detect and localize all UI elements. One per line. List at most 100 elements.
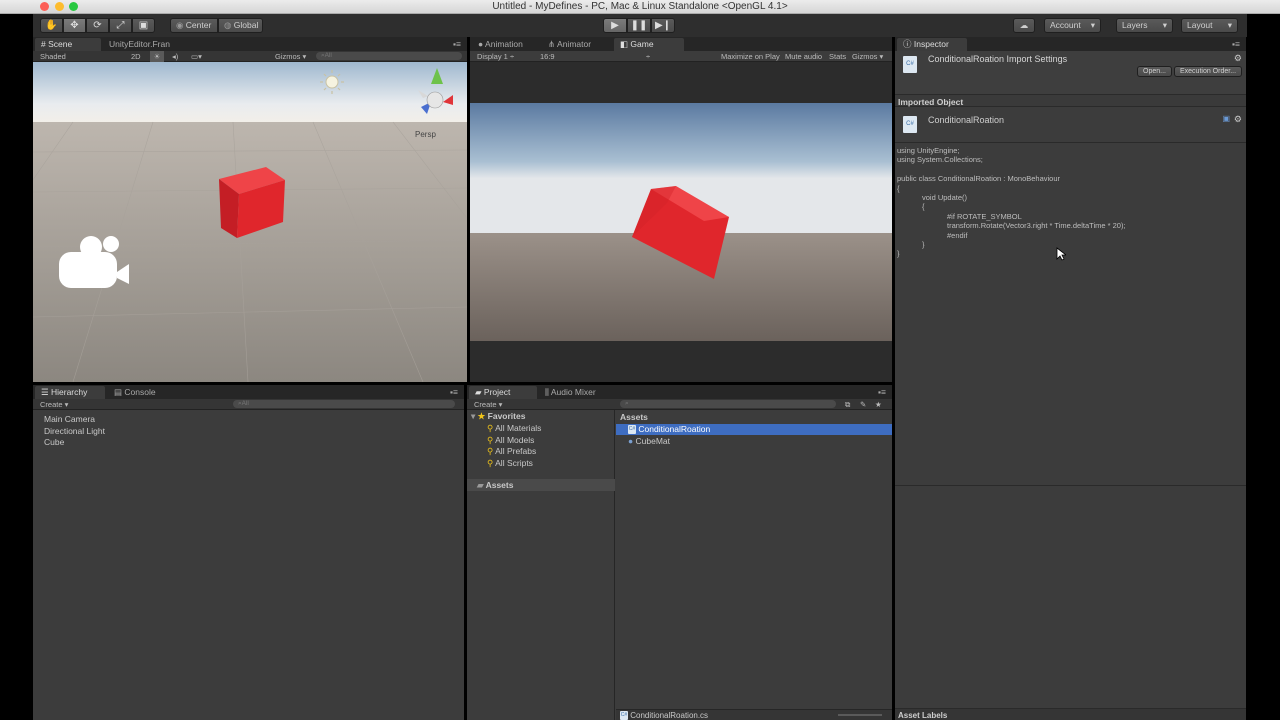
help-book-icon[interactable]: ▣ <box>1222 114 1230 123</box>
gamepad-icon: ◧ <box>620 39 629 49</box>
main-toolbar: ✋ ✥ ⟳ ⤢ ▣ ◉ Center ◍ Global ▶ ❚❚ ▶❙ ☁ Ac… <box>33 14 1247 37</box>
scene-search-input[interactable]: ⌕All <box>316 52 462 60</box>
settings-gear-icon[interactable]: ⚙ <box>1234 53 1242 64</box>
favorite-label: All Prefabs <box>495 446 537 456</box>
favorite-star-icon[interactable]: ★ <box>875 399 882 410</box>
list-icon: ☰ <box>41 387 49 397</box>
assets-breadcrumb[interactable]: Assets <box>620 412 648 422</box>
gizmos-dropdown[interactable]: Gizmos ▾ <box>275 51 306 62</box>
asset-item-cubemat[interactable]: ● CubeMat <box>628 436 670 446</box>
hierarchy-search-input[interactable]: ⌕All <box>233 400 455 408</box>
game-viewport[interactable] <box>470 103 892 341</box>
console-icon: ▤ <box>114 387 123 397</box>
rect-tool-button[interactable]: ▣ <box>132 18 155 33</box>
aspect-dropdown-arrow[interactable]: ÷ <box>646 51 650 62</box>
persp-label[interactable]: Persp <box>415 130 436 139</box>
aspect-dropdown[interactable]: 16:9 <box>540 51 555 62</box>
mute-audio-toggle[interactable]: Mute audio <box>785 51 822 62</box>
tab-animation[interactable]: ● Animation <box>472 38 529 51</box>
scene-search-placeholder: All <box>324 52 332 59</box>
asset-item-conditionalroation[interactable]: C# ConditionalRoation <box>616 424 892 435</box>
rotate-tool-button[interactable]: ⟳ <box>86 18 109 33</box>
search-icon: ⚲ <box>487 458 494 468</box>
hierarchy-item-main-camera[interactable]: Main Camera <box>44 414 95 424</box>
pivot-space-toggle[interactable]: ◍ Global <box>218 18 263 33</box>
cloud-button[interactable]: ☁ <box>1013 18 1035 33</box>
filter-by-label-icon[interactable]: ✎ <box>860 399 866 410</box>
account-dropdown[interactable]: Account ▾ <box>1044 18 1101 33</box>
asset-labels-bar: Asset Labels <box>895 708 1246 720</box>
scale-tool-button[interactable]: ⤢ <box>109 18 132 33</box>
tab-animator[interactable]: ⋔ Animator <box>542 38 597 51</box>
audio-toggle[interactable]: ◂) <box>172 51 178 62</box>
pause-button[interactable]: ❚❚ <box>627 18 651 33</box>
tab-game[interactable]: ◧ Game <box>614 38 684 51</box>
hierarchy-item-cube[interactable]: Cube <box>44 437 64 447</box>
scene-viewport[interactable]: Persp <box>33 62 467 382</box>
imported-object-header: Imported Object <box>895 95 1246 107</box>
assets-folder-node[interactable]: ▰ Assets <box>467 479 615 491</box>
inspector-tabbar: ⓘ Inspector ▪≡ <box>895 37 1246 51</box>
code-line: transform.Rotate(Vector3.right * Time.de… <box>897 221 1126 231</box>
imported-object-name: ConditionalRoation <box>928 115 1005 125</box>
shading-mode-dropdown[interactable]: Shaded <box>40 51 66 62</box>
sun-icon: ☀ <box>153 52 161 61</box>
game-panel: ● Animation ⋔ Animator ◧ Game Display 1 … <box>470 37 892 382</box>
layout-dropdown[interactable]: Layout ▾ <box>1181 18 1238 33</box>
effects-toggle[interactable]: ▭▾ <box>191 51 202 62</box>
hierarchy-menu-button[interactable]: ▪≡ <box>444 386 464 399</box>
hierarchy-create-dropdown[interactable]: Create ▾ <box>40 399 68 410</box>
game-gizmos-dropdown[interactable]: Gizmos ▾ <box>852 51 883 62</box>
play-icon: ▶ <box>611 20 619 31</box>
favorite-all-scripts[interactable]: ⚲ All Scripts <box>487 458 533 469</box>
tab-console[interactable]: ▤ Console <box>108 386 162 399</box>
favorites-node[interactable]: ▾ ★ Favorites <box>471 411 525 422</box>
tab-hierarchy[interactable]: ☰ Hierarchy <box>35 386 105 399</box>
project-panel: ▰ Project ⫼ Audio Mixer ▪≡ Create ▾ ⌕ ⧉ … <box>467 385 892 720</box>
animator-icon: ⋔ <box>548 39 556 49</box>
tab-audio-mixer[interactable]: ⫼ Audio Mixer <box>539 386 602 399</box>
filter-by-type-icon[interactable]: ⧉ <box>845 399 850 410</box>
execution-order-button[interactable]: Execution Order... <box>1174 66 1243 77</box>
tab-inspector[interactable]: ⓘ Inspector <box>897 38 967 51</box>
open-button[interactable]: Open... <box>1137 66 1172 77</box>
tab-unityeditor-frame[interactable]: UnityEditor.Fran <box>103 38 176 51</box>
tab-scene[interactable]: # Scene <box>35 38 101 51</box>
hierarchy-panel: ☰ Hierarchy ▤ Console ▪≡ Create ▾ ⌕All M… <box>33 385 464 720</box>
scene-lighting-toggle[interactable]: ☀ <box>150 51 164 62</box>
aspect-label: 16:9 <box>540 52 555 61</box>
tab-project[interactable]: ▰ Project <box>469 386 537 399</box>
project-controlbar: Create ▾ ⌕ ⧉ ✎ ★ <box>467 399 892 410</box>
favorite-all-materials[interactable]: ⚲ All Materials <box>487 423 541 434</box>
icon-size-slider[interactable] <box>838 714 882 716</box>
animation-icon: ● <box>478 39 484 49</box>
hierarchy-item-directional-light[interactable]: Directional Light <box>44 426 105 436</box>
code-line: public class ConditionalRoation : MonoBe… <box>897 174 1061 184</box>
favorite-all-prefabs[interactable]: ⚲ All Prefabs <box>487 446 536 457</box>
move-tool-button[interactable]: ✥ <box>63 18 86 33</box>
project-search-input[interactable]: ⌕ <box>620 400 836 408</box>
layers-dropdown[interactable]: Layers ▾ <box>1116 18 1173 33</box>
game-tabbar: ● Animation ⋔ Animator ◧ Game <box>470 37 892 51</box>
2d-toggle[interactable]: 2D <box>131 51 141 62</box>
play-button[interactable]: ▶ <box>603 18 627 33</box>
game-controlbar: Display 1 ÷ 16:9 ÷ Maximize on Play Mute… <box>470 51 892 62</box>
project-create-dropdown[interactable]: Create ▾ <box>474 399 502 410</box>
project-menu-button[interactable]: ▪≡ <box>872 386 892 399</box>
asset-labels-title: Asset Labels <box>898 711 948 720</box>
hand-tool-button[interactable]: ✋ <box>40 18 63 33</box>
maximize-on-play-toggle[interactable]: Maximize on Play <box>721 51 780 62</box>
settings-gear-icon[interactable]: ⚙ <box>1234 114 1242 125</box>
asset-name: ConditionalRoation <box>638 424 711 434</box>
inspector-lock-button[interactable]: ▪≡ <box>1226 38 1246 51</box>
favorite-all-models[interactable]: ⚲ All Models <box>487 435 534 446</box>
tab-scene-label: Scene <box>48 39 73 49</box>
pivot-center-toggle[interactable]: ◉ Center <box>170 18 218 33</box>
asset-name: CubeMat <box>635 436 671 446</box>
tab-console-label: Console <box>124 387 156 397</box>
step-button[interactable]: ▶❙ <box>651 18 675 33</box>
window-title: Untitled - MyDefines - PC, Mac & Linux S… <box>492 1 788 12</box>
panel-menu-button[interactable]: ▪≡ <box>447 38 467 51</box>
stats-toggle[interactable]: Stats <box>829 51 846 62</box>
display-dropdown[interactable]: Display 1 ÷ <box>477 51 514 62</box>
